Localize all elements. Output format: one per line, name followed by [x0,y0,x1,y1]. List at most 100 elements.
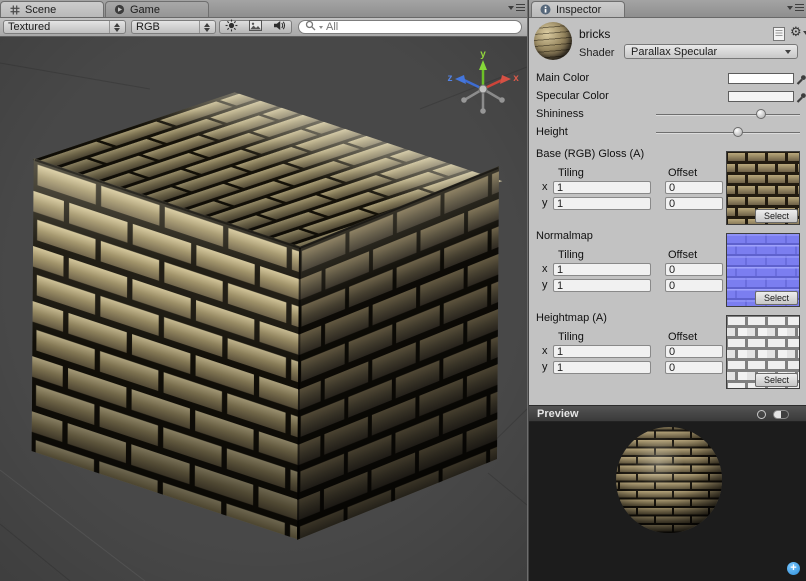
menu-bars-icon [516,4,525,11]
shininess-row: Shininess [529,108,806,122]
slider-track [656,132,800,134]
scene-viewport[interactable]: y x z [0,37,527,581]
menu-bars-icon [795,4,804,11]
texture-section-title: Normalmap [536,230,593,242]
texture-section-base: Base (RGB) Gloss (A) Tiling Offset x y S… [529,148,806,228]
inspector-panel-menu-icon[interactable] [787,4,804,11]
tiling-column-header: Tiling [558,331,584,343]
scene-tabbar: Scene Game [0,0,527,18]
select-texture-button[interactable]: Select [755,209,798,223]
height-slider[interactable] [656,126,800,140]
offset-x-input[interactable] [665,263,723,276]
lighting-toggle-button[interactable] [219,20,244,34]
tiling-y-input[interactable] [553,361,651,374]
draw-mode-value: Textured [8,21,50,33]
specular-color-label: Specular Color [536,90,609,102]
scene-panel-menu-icon[interactable] [508,4,525,11]
shader-dropdown[interactable]: Parallax Specular [624,44,798,59]
tab-inspector-label: Inspector [556,4,601,16]
offset-y-input[interactable] [665,361,723,374]
scene-search-field[interactable] [298,20,522,34]
tiling-x-input[interactable] [553,263,651,276]
slider-track [656,114,800,116]
select-texture-button[interactable]: Select [755,291,798,305]
tiling-x-input[interactable] [553,345,651,358]
color-mode-value: RGB [136,21,160,33]
search-filter-arrow-icon [319,26,323,29]
x-axis-label: x [542,263,548,275]
preview-sphere-icon[interactable] [757,410,766,419]
offset-column-header: Offset [668,331,697,343]
skybox-toggle-button[interactable] [243,20,268,34]
tiling-x-input[interactable] [553,181,651,194]
heightmap-texture-thumbnail[interactable]: Select [726,315,800,389]
offset-x-input[interactable] [665,345,723,358]
offset-x-input[interactable] [665,181,723,194]
color-mode-dropdown[interactable]: RGB [131,20,216,34]
material-name: bricks [579,27,610,41]
main-color-label: Main Color [536,72,589,84]
tab-scene-label: Scene [25,4,56,16]
gizmo-z-label: z [448,73,453,84]
preview-area[interactable]: + [529,422,806,581]
texture-section-heightmap: Heightmap (A) Tiling Offset x y Select [529,312,806,392]
y-axis-label: y [542,197,548,209]
search-icon [305,20,316,34]
inspector-tabbar: Inspector [529,0,806,18]
scene-grid-icon [9,4,20,15]
settings-menu-button[interactable]: ⚙ [790,26,806,39]
y-axis-label: y [542,361,548,373]
menu-triangle-icon [508,6,514,10]
eyedropper-icon[interactable] [796,90,806,103]
main-color-row: Main Color [529,72,806,86]
offset-column-header: Offset [668,249,697,261]
tab-game-label: Game [130,4,160,16]
tiling-y-input[interactable] [553,279,651,292]
select-texture-button[interactable]: Select [755,373,798,387]
gizmo-center[interactable] [479,85,487,93]
preview-header[interactable]: Preview [529,405,806,422]
image-icon [249,20,262,34]
x-axis-label: x [542,345,548,357]
slider-thumb[interactable] [756,109,766,119]
tab-game[interactable]: Game [105,1,209,17]
offset-column-header: Offset [668,167,697,179]
tab-inspector[interactable]: Inspector [531,1,625,17]
eyedropper-icon[interactable] [796,72,806,85]
y-axis-label: y [542,279,548,291]
tab-scene[interactable]: Scene [0,1,104,17]
specular-color-row: Specular Color [529,90,806,104]
brick-cube[interactable] [32,92,503,540]
speaker-icon [273,20,286,34]
offset-y-input[interactable] [665,279,723,292]
specular-color-swatch[interactable] [728,91,794,102]
draw-mode-dropdown[interactable]: Textured [3,20,126,34]
material-preview-sphere [529,422,806,581]
scene-toolbar: Textured RGB [0,18,527,37]
gizmo-gray-tip[interactable] [480,108,486,114]
inspector-pane: Inspector bricks ⚙ Shader Parallax Specu… [529,0,806,581]
gizmo-gray-tip[interactable] [461,97,467,103]
shininess-slider[interactable] [656,108,800,122]
updown-arrows-icon [109,21,120,33]
search-input[interactable] [326,21,515,33]
shininess-label: Shininess [536,108,584,120]
normalmap-texture-thumbnail[interactable]: Select [726,233,800,307]
height-label: Height [536,126,568,138]
plus-icon[interactable]: + [787,562,800,575]
gizmo-y-label: y [480,49,486,60]
tiling-y-input[interactable] [553,197,651,210]
menu-triangle-icon [803,31,806,35]
slider-thumb[interactable] [733,127,743,137]
main-color-swatch[interactable] [728,73,794,84]
menu-triangle-icon [787,6,793,10]
gizmo-gray-tip[interactable] [499,97,505,103]
base-texture-thumbnail[interactable]: Select [726,151,800,225]
material-sphere-icon[interactable] [534,22,572,60]
unity-editor-window: Scene Game Textured RGB [0,0,806,581]
shader-value: Parallax Specular [631,46,717,58]
audio-toggle-button[interactable] [267,20,292,34]
offset-y-input[interactable] [665,197,723,210]
preview-lighting-icon[interactable] [773,410,789,419]
doc-help-icon[interactable] [773,27,785,44]
